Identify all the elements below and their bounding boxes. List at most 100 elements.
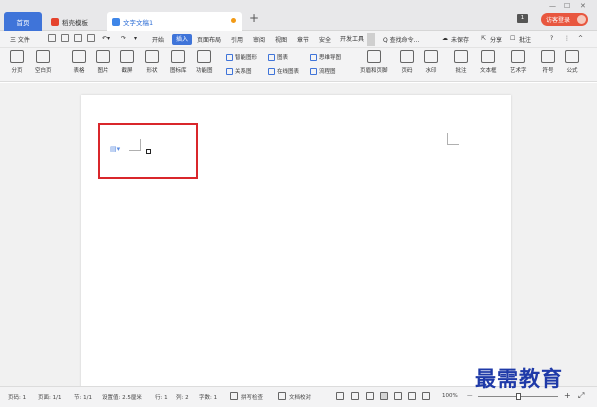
menu-bar: 三 文件 ↶▾ ↷ ▾ 开始 插入 页面布局 引用 审阅 视图 章节 安全 开发… <box>0 31 597 48</box>
tab-document[interactable]: 文字文稿1 <box>107 12 242 31</box>
share-button[interactable]: 分享 <box>490 35 502 44</box>
guest-login-label: 访客登录 <box>546 17 571 24</box>
menu-tab-reference[interactable]: 引用 <box>231 35 243 44</box>
comment-icon[interactable]: ☐ <box>510 35 515 42</box>
paragraph-layout-icon[interactable]: ▤▾ <box>110 145 120 153</box>
help-button[interactable]: ? <box>550 35 553 42</box>
restore-button[interactable]: ☐ <box>564 2 570 10</box>
zoom-slider[interactable] <box>478 393 558 400</box>
redo-icon[interactable]: ↷ <box>121 35 126 42</box>
status-section[interactable]: 节: 1/1 <box>74 393 92 401</box>
quick-access-more-icon[interactable]: ▾ <box>134 35 137 42</box>
status-pages[interactable]: 页面: 1/1 <box>38 393 61 401</box>
spell-check-button[interactable]: 拼写检查 <box>241 393 263 401</box>
chart-icon <box>268 53 275 61</box>
collapse-ribbon-icon[interactable]: ^ <box>578 35 583 42</box>
mind-map-button[interactable]: 思维导图 <box>310 53 341 61</box>
screenshot-icon <box>120 50 134 63</box>
online-chart-button[interactable]: 在线图表 <box>268 67 299 75</box>
page-break-button[interactable]: 分页 <box>10 50 24 74</box>
screenshot-button[interactable]: 截屏 <box>120 50 134 74</box>
status-position[interactable]: 设置值: 2.5厘米 <box>102 393 142 401</box>
header-footer-button[interactable]: 页眉和页脚 <box>360 50 388 74</box>
zoom-slider-handle[interactable] <box>516 393 521 400</box>
menu-tab-review[interactable]: 审阅 <box>253 35 265 44</box>
relation-chart-button[interactable]: 关系图 <box>226 67 252 75</box>
proofread-icon[interactable] <box>278 392 286 400</box>
export-pdf-icon[interactable] <box>87 34 95 42</box>
menu-tab-start[interactable]: 开始 <box>152 35 164 44</box>
page-view-icon[interactable] <box>380 392 388 400</box>
menu-tab-chapter[interactable]: 章节 <box>297 35 309 44</box>
menu-overflow-handle[interactable] <box>367 33 375 46</box>
text-cursor-handle[interactable] <box>146 149 151 154</box>
watermark-logo: 最需教育 <box>475 366 563 391</box>
comment-button[interactable]: 批注 <box>519 35 531 44</box>
more-options-icon[interactable]: ⋮ <box>564 35 570 42</box>
icon-library-button[interactable]: 图标库 <box>170 50 187 74</box>
zoom-out-button[interactable]: — <box>467 393 473 399</box>
status-word-count[interactable]: 字数: 1 <box>199 393 217 401</box>
picture-icon <box>96 50 110 63</box>
preview-icon[interactable] <box>74 34 82 42</box>
proofread-button[interactable]: 文档校对 <box>289 393 311 401</box>
page-number-button[interactable]: 页码 <box>400 50 414 74</box>
share-icon[interactable]: ⇱ <box>481 35 486 42</box>
tab-templates[interactable]: 稻壳模板 <box>46 12 103 31</box>
insert-comment-button[interactable]: 批注 <box>454 50 468 74</box>
document-workspace: ▤▾ <box>0 83 597 395</box>
shape-button[interactable]: 形状 <box>145 50 159 74</box>
cloud-unsaved-icon[interactable]: ☁ <box>442 35 448 42</box>
tab-home[interactable]: 首页 <box>4 12 42 31</box>
zoom-level[interactable]: 100% <box>442 393 458 399</box>
blank-page-button[interactable]: 空白页 <box>35 50 52 74</box>
new-tab-button[interactable]: + <box>249 11 259 25</box>
function-chart-icon <box>197 50 212 63</box>
blank-page-icon <box>36 50 51 63</box>
menu-tab-security[interactable]: 安全 <box>319 35 331 44</box>
print-icon[interactable] <box>61 34 69 42</box>
spell-check-icon[interactable] <box>230 392 238 400</box>
outline-view-icon[interactable] <box>394 392 402 400</box>
web-view-icon[interactable] <box>408 392 416 400</box>
menu-tab-insert[interactable]: 插入 <box>172 34 192 45</box>
save-icon[interactable] <box>48 34 56 42</box>
zoom-in-button[interactable]: + <box>564 391 571 400</box>
read-mode-icon[interactable] <box>351 392 359 400</box>
table-button[interactable]: 表格 <box>72 50 86 74</box>
file-menu[interactable]: 三 文件 <box>10 35 30 44</box>
close-window-button[interactable]: ✕ <box>580 2 586 10</box>
guest-login-button[interactable]: 访客登录 <box>541 13 588 26</box>
wordart-button[interactable]: 艺术字 <box>510 50 527 74</box>
status-row[interactable]: 行: 1 <box>155 393 168 401</box>
smart-graphic-button[interactable]: 智能图形 <box>226 53 257 61</box>
undo-icon[interactable]: ↶▾ <box>102 35 110 42</box>
formula-button[interactable]: 公式 <box>565 50 579 74</box>
relation-chart-icon <box>226 67 233 75</box>
status-page[interactable]: 页码: 1 <box>8 393 26 401</box>
minimize-button[interactable]: — <box>549 2 556 10</box>
chart-button[interactable]: 图表 <box>268 53 288 61</box>
unsaved-status[interactable]: 未保存 <box>451 35 469 44</box>
header-footer-icon <box>366 50 381 63</box>
menu-tab-page-layout[interactable]: 页面布局 <box>197 35 221 44</box>
symbol-button[interactable]: 符号 <box>541 50 555 74</box>
menu-tab-developer[interactable]: 开发工具 <box>340 34 364 43</box>
document-page[interactable]: ▤▾ <box>81 95 511 395</box>
fit-page-icon[interactable]: ⤢ <box>578 391 584 401</box>
picture-button[interactable]: 图片 <box>96 50 110 74</box>
tab-templates-label: 稻壳模板 <box>62 18 88 27</box>
function-chart-button[interactable]: 功能图 <box>196 50 213 74</box>
window-count-badge[interactable]: 1 <box>517 14 528 23</box>
status-col[interactable]: 列: 2 <box>176 393 189 401</box>
flowchart-button[interactable]: 流程图 <box>310 67 336 75</box>
mind-map-icon <box>310 53 317 61</box>
menu-tab-view[interactable]: 视图 <box>275 35 287 44</box>
watermark-button[interactable]: 水印 <box>424 50 438 74</box>
write-mode-icon[interactable] <box>366 392 374 400</box>
vertical-scrollbar[interactable] <box>589 83 595 386</box>
command-search[interactable]: Q 查找命令... <box>383 35 419 44</box>
eye-protect-icon[interactable] <box>422 392 430 400</box>
textbox-button[interactable]: 文本框 <box>480 50 497 74</box>
fullscreen-icon[interactable] <box>336 392 344 400</box>
